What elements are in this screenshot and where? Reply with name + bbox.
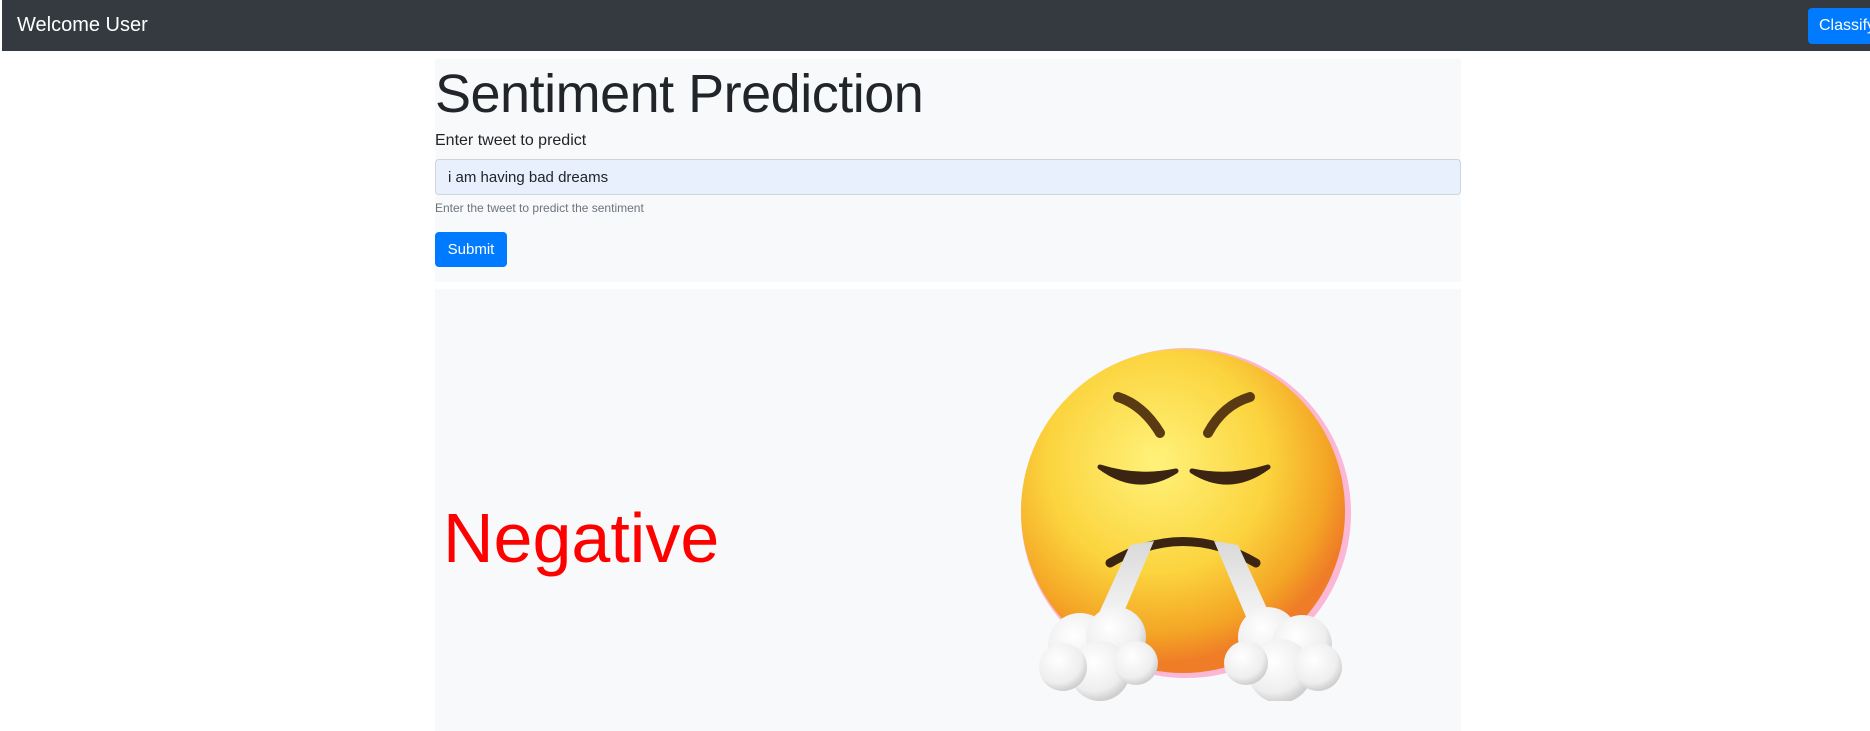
sentiment-result-label: Negative xyxy=(443,499,720,577)
top-navbar: Welcome User xyxy=(2,0,1870,51)
page-title: Sentiment Prediction xyxy=(435,64,924,124)
submit-button[interactable]: Submit xyxy=(435,232,507,267)
tweet-input[interactable] xyxy=(435,159,1461,195)
classify-button[interactable]: Classify xyxy=(1808,8,1870,44)
tweet-input-label: Enter tweet to predict xyxy=(435,132,587,149)
navbar-brand[interactable]: Welcome User xyxy=(17,13,148,37)
face-with-steam-from-nose-icon xyxy=(1018,345,1358,703)
tweet-help-text: Enter the tweet to predict the sentiment xyxy=(435,201,644,215)
